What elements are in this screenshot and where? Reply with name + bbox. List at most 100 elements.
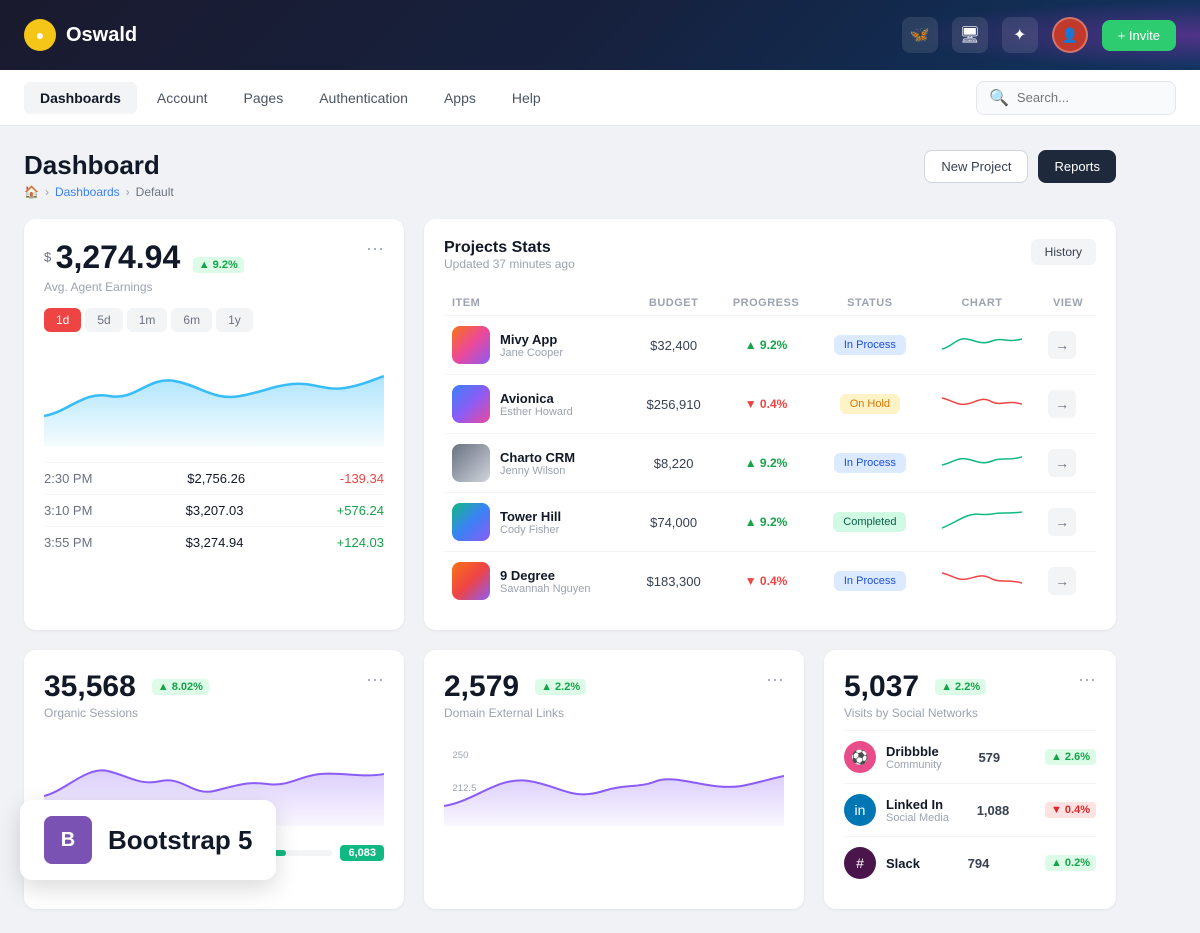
nav-item-pages[interactable]: Pages xyxy=(228,82,300,114)
chart-charto xyxy=(924,434,1040,493)
project-item-avionica: Avionica Esther Howard xyxy=(452,385,623,423)
slack-change: ▲ 0.2% xyxy=(1045,855,1096,871)
social-networks-card: 5,037 ▲ 2.2% Visits by Social Networks ·… xyxy=(824,650,1116,909)
amount-3: $3,274.94 xyxy=(186,535,244,550)
time-2: 3:10 PM xyxy=(44,503,92,518)
linkedin-count: 1,088 xyxy=(977,803,1010,818)
linkedin-row: in Linked In Social Media 1,088 ▼ 0.4% xyxy=(844,783,1096,836)
reports-button[interactable]: Reports xyxy=(1038,150,1116,183)
data-rows: 2:30 PM $2,756.26 -139.34 3:10 PM $3,207… xyxy=(44,462,384,558)
invite-button[interactable]: + Invite xyxy=(1102,20,1176,51)
breadcrumb: 🏠 › Dashboards › Default xyxy=(24,185,174,199)
social-rows: ⚽ Dribbble Community 579 ▲ 2.6% in Linke… xyxy=(844,730,1096,889)
change-1: -139.34 xyxy=(340,471,384,486)
view-btn-charto[interactable]: → xyxy=(1048,449,1076,477)
status-9degree: In Process xyxy=(834,571,906,591)
ext-more-button[interactable]: ··· xyxy=(766,670,784,688)
project-thumb-charto xyxy=(452,444,490,482)
filter-1y[interactable]: 1y xyxy=(216,308,253,332)
chart-avionica xyxy=(924,375,1040,434)
nav-item-apps[interactable]: Apps xyxy=(428,82,492,114)
top-navbar: Oswald 🦋 🖥 ✦ 👤 + Invite xyxy=(0,0,1200,70)
home-icon: 🏠 xyxy=(24,185,39,199)
ext-subtitle: Domain External Links xyxy=(444,706,586,720)
data-row-1: 2:30 PM $2,756.26 -139.34 xyxy=(44,462,384,494)
project-thumb-tower xyxy=(452,503,490,541)
project-item-charto: Charto CRM Jenny Wilson xyxy=(452,444,623,482)
project-thumb-9degree xyxy=(452,562,490,600)
change-2: +576.24 xyxy=(337,503,384,518)
data-row-3: 3:55 PM $3,274.94 +124.03 xyxy=(44,526,384,558)
status-tower: Completed xyxy=(833,512,906,532)
project-item-9degree: 9 Degree Savannah Nguyen xyxy=(452,562,623,600)
nav-item-authentication[interactable]: Authentication xyxy=(303,82,424,114)
social-subtitle: Visits by Social Networks xyxy=(844,706,986,720)
brand-icon xyxy=(24,19,56,51)
external-links-card: 2,579 ▲ 2.2% Domain External Links ··· xyxy=(424,650,804,909)
view-btn-mivy[interactable]: → xyxy=(1048,331,1076,359)
butterfly-icon-btn[interactable]: 🦋 xyxy=(902,17,938,53)
project-item-tower: Tower Hill Cody Fisher xyxy=(452,503,623,541)
chart-tower xyxy=(924,493,1040,552)
nav-item-account[interactable]: Account xyxy=(141,82,224,114)
time-filters: 1d 5d 1m 6m 1y xyxy=(44,308,384,332)
organic-badge: ▲ 8.02% xyxy=(152,679,209,695)
search-input[interactable] xyxy=(1017,90,1163,105)
view-btn-tower[interactable]: → xyxy=(1048,508,1076,536)
time-3: 3:55 PM xyxy=(44,535,92,550)
projects-title: Projects Stats xyxy=(444,239,575,257)
share-icon-btn[interactable]: ✦ xyxy=(1002,17,1038,53)
time-1: 2:30 PM xyxy=(44,471,92,486)
project-row-9degree: 9 Degree Savannah Nguyen $183,300 ▼ 0.4%… xyxy=(444,552,1096,611)
view-btn-avionica[interactable]: → xyxy=(1048,390,1076,418)
project-thumb-mivy xyxy=(452,326,490,364)
page-title: Dashboard xyxy=(24,150,174,181)
bootstrap-icon: B xyxy=(44,816,92,864)
amount-2: $3,207.03 xyxy=(186,503,244,518)
project-row-charto: Charto CRM Jenny Wilson $8,220 ▲ 9.2% In… xyxy=(444,434,1096,493)
avatar[interactable]: 👤 xyxy=(1052,17,1088,53)
view-btn-9degree[interactable]: → xyxy=(1048,567,1076,595)
page-title-section: Dashboard 🏠 › Dashboards › Default xyxy=(24,150,174,199)
amount-1: $2,756.26 xyxy=(187,471,245,486)
history-button[interactable]: History xyxy=(1031,239,1096,265)
earnings-more-button[interactable]: ··· xyxy=(366,239,384,257)
slack-count: 794 xyxy=(968,856,990,871)
nav-item-dashboards[interactable]: Dashboards xyxy=(24,82,137,114)
project-row-mivy: Mivy App Jane Cooper $32,400 ▲ 9.2% In P… xyxy=(444,316,1096,375)
linkedin-icon: in xyxy=(844,794,876,826)
monitor-icon-btn[interactable]: 🖥 xyxy=(952,17,988,53)
filter-6m[interactable]: 6m xyxy=(171,308,212,332)
col-item: ITEM xyxy=(444,291,631,316)
earnings-header: $ 3,274.94 ▲ 9.2% Avg. Agent Earnings xyxy=(44,239,244,294)
filter-1d[interactable]: 1d xyxy=(44,308,81,332)
canada-count: 6,083 xyxy=(340,845,384,861)
project-thumb-avionica xyxy=(452,385,490,423)
brand: Oswald xyxy=(24,19,137,51)
earnings-subtitle: Avg. Agent Earnings xyxy=(44,280,244,294)
svg-text:250: 250 xyxy=(453,750,469,760)
bootstrap-banner: B Bootstrap 5 xyxy=(20,800,276,880)
search-bar: 🔍 xyxy=(976,81,1176,115)
dribbble-change: ▲ 2.6% xyxy=(1045,749,1096,765)
filter-5d[interactable]: 5d xyxy=(85,308,122,332)
project-row-avionica: Avionica Esther Howard $256,910 ▼ 0.4% O… xyxy=(444,375,1096,434)
col-progress: PROGRESS xyxy=(716,291,816,316)
status-avionica: On Hold xyxy=(840,394,900,414)
filter-1m[interactable]: 1m xyxy=(127,308,168,332)
social-more-button[interactable]: ··· xyxy=(1078,670,1096,688)
dribbble-row: ⚽ Dribbble Community 579 ▲ 2.6% xyxy=(844,730,1096,783)
social-badge: ▲ 2.2% xyxy=(935,679,986,695)
organic-more-button[interactable]: ··· xyxy=(366,670,384,688)
organic-subtitle: Organic Sessions xyxy=(44,706,209,720)
social-amount: 5,037 xyxy=(844,670,919,704)
slack-icon: # xyxy=(844,847,876,879)
nav-item-help[interactable]: Help xyxy=(496,82,557,114)
slack-row: # Slack 794 ▲ 0.2% xyxy=(844,836,1096,889)
col-chart: CHART xyxy=(924,291,1040,316)
secondary-navbar: Dashboards Account Pages Authentication … xyxy=(0,70,1200,126)
earnings-amount: 3,274.94 xyxy=(56,239,181,275)
ext-chart-area: 250 212.5 xyxy=(444,736,784,831)
breadcrumb-default: Default xyxy=(136,185,174,199)
new-project-button[interactable]: New Project xyxy=(924,150,1028,183)
